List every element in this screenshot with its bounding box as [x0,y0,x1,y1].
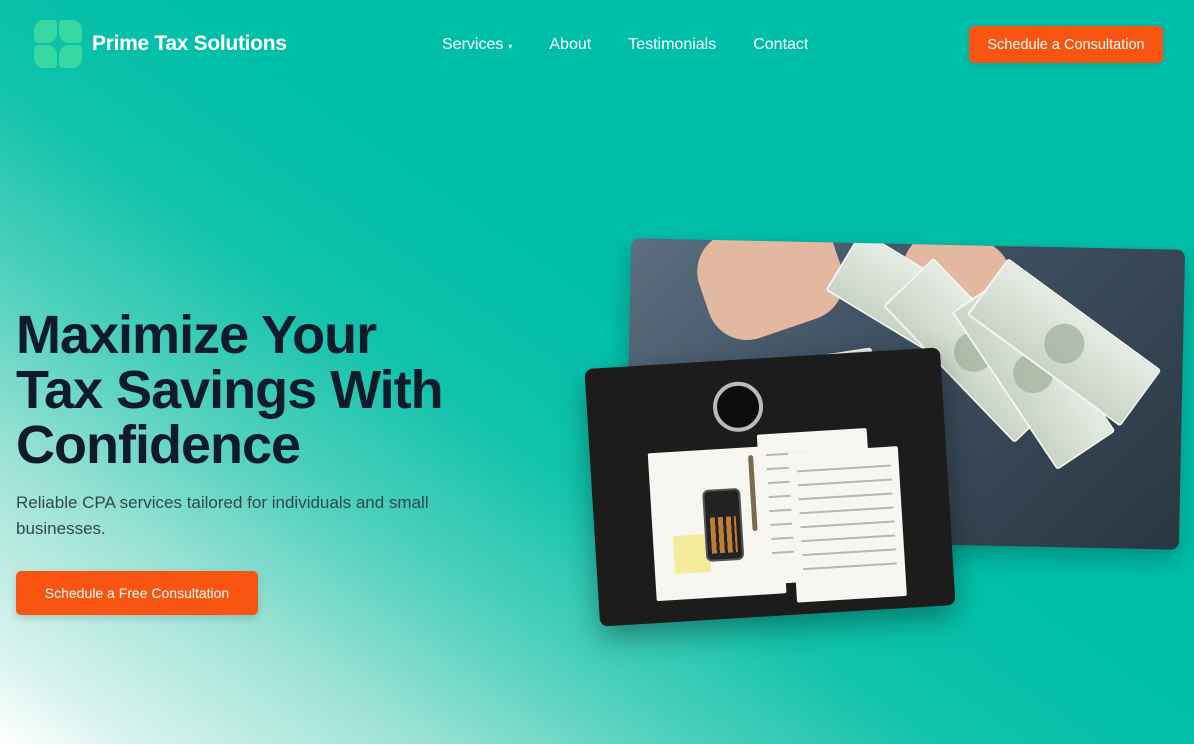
hero-title-line: Confidence [16,415,301,475]
logo-icon[interactable] [34,20,82,68]
chevron-down-icon: ▾ [508,41,513,51]
hero-title-line: Tax Savings With [16,360,444,420]
site-header: Prime Tax Solutions Services ▾ About Tes… [0,0,1194,90]
schedule-free-consultation-button[interactable]: Schedule a Free Consultation [16,571,258,615]
main-nav: Services ▾ About Testimonials Contact [442,36,808,54]
hero-title-line: Maximize Your [16,305,377,365]
nav-item-contact[interactable]: Contact [753,36,808,54]
hero-title: Maximize Your Tax Savings With Confidenc… [16,308,536,473]
brand-name[interactable]: Prime Tax Solutions [92,32,287,56]
tax-documents-photo [584,347,956,627]
nav-item-label: Services [442,36,504,53]
nav-item-about[interactable]: About [549,36,591,54]
nav-item-testimonials[interactable]: Testimonials [628,36,716,54]
coffee-cup-icon [711,380,765,434]
nav-item-services[interactable]: Services ▾ [442,36,512,54]
calculator-icon [702,487,745,563]
hero-subtitle: Reliable CPA services tailored for indiv… [16,493,429,538]
schedule-consultation-button[interactable]: Schedule a Consultation [969,26,1163,63]
